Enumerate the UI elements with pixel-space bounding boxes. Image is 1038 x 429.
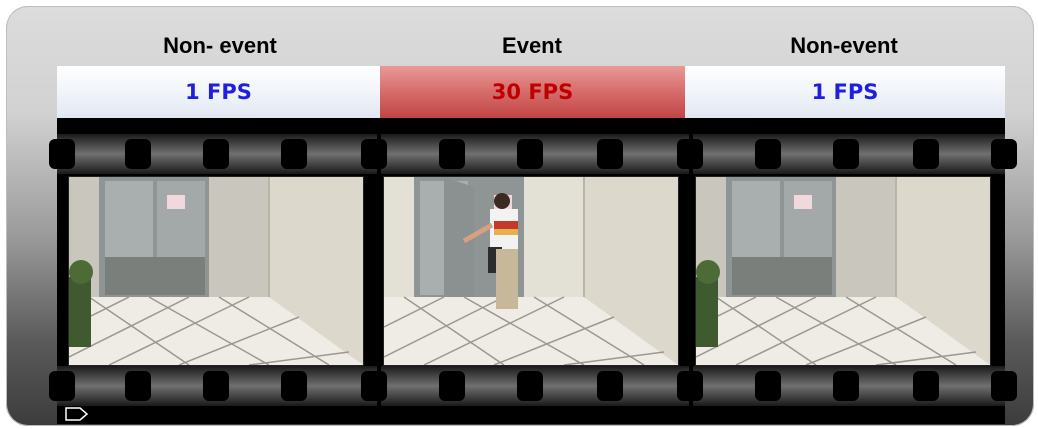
frame-separator bbox=[689, 118, 693, 424]
film-sprocket-row-top bbox=[49, 134, 1017, 174]
film-sprocket-row-bottom bbox=[49, 366, 1017, 406]
segment-heading-non-event-left: Non- event bbox=[163, 33, 277, 58]
fps-label-left: 1 FPS bbox=[185, 80, 252, 104]
sprocket-hole bbox=[597, 371, 623, 401]
sprocket-hole bbox=[281, 371, 307, 401]
sprocket-hole bbox=[203, 139, 229, 169]
sprocket-hole bbox=[755, 371, 781, 401]
segment-heading-event: Event bbox=[502, 33, 562, 58]
video-frame-non-event-right bbox=[695, 176, 991, 366]
sprocket-hole bbox=[361, 371, 387, 401]
sprocket-hole bbox=[517, 139, 543, 169]
sprocket-hole bbox=[833, 139, 859, 169]
fps-band-right: 1 FPS bbox=[685, 66, 1005, 118]
sprocket-hole bbox=[49, 371, 75, 401]
sprocket-hole bbox=[281, 139, 307, 169]
fps-label-event: 30 FPS bbox=[491, 80, 574, 104]
sprocket-hole bbox=[833, 371, 859, 401]
fps-band-left: 1 FPS bbox=[57, 66, 380, 118]
fps-band-event: 30 FPS bbox=[380, 66, 685, 118]
sprocket-hole bbox=[439, 371, 465, 401]
sprocket-hole bbox=[597, 139, 623, 169]
sprocket-hole bbox=[991, 371, 1017, 401]
sprocket-hole bbox=[517, 371, 543, 401]
video-frame-event bbox=[383, 176, 679, 366]
play-outline-icon[interactable] bbox=[65, 407, 89, 426]
sprocket-hole bbox=[439, 139, 465, 169]
sprocket-hole bbox=[203, 371, 229, 401]
segment-heading-non-event-right: Non-event bbox=[790, 33, 898, 58]
fps-label-right: 1 FPS bbox=[811, 80, 879, 104]
sprocket-hole bbox=[125, 139, 151, 169]
sprocket-hole bbox=[913, 139, 939, 169]
video-frame-non-event-left bbox=[68, 176, 364, 366]
sprocket-hole bbox=[913, 371, 939, 401]
frame-separator bbox=[377, 118, 381, 424]
sprocket-hole bbox=[125, 371, 151, 401]
sprocket-hole bbox=[991, 139, 1017, 169]
film-strip bbox=[49, 118, 1017, 424]
sprocket-hole bbox=[755, 139, 781, 169]
sprocket-hole bbox=[361, 139, 387, 169]
sprocket-hole bbox=[49, 139, 75, 169]
